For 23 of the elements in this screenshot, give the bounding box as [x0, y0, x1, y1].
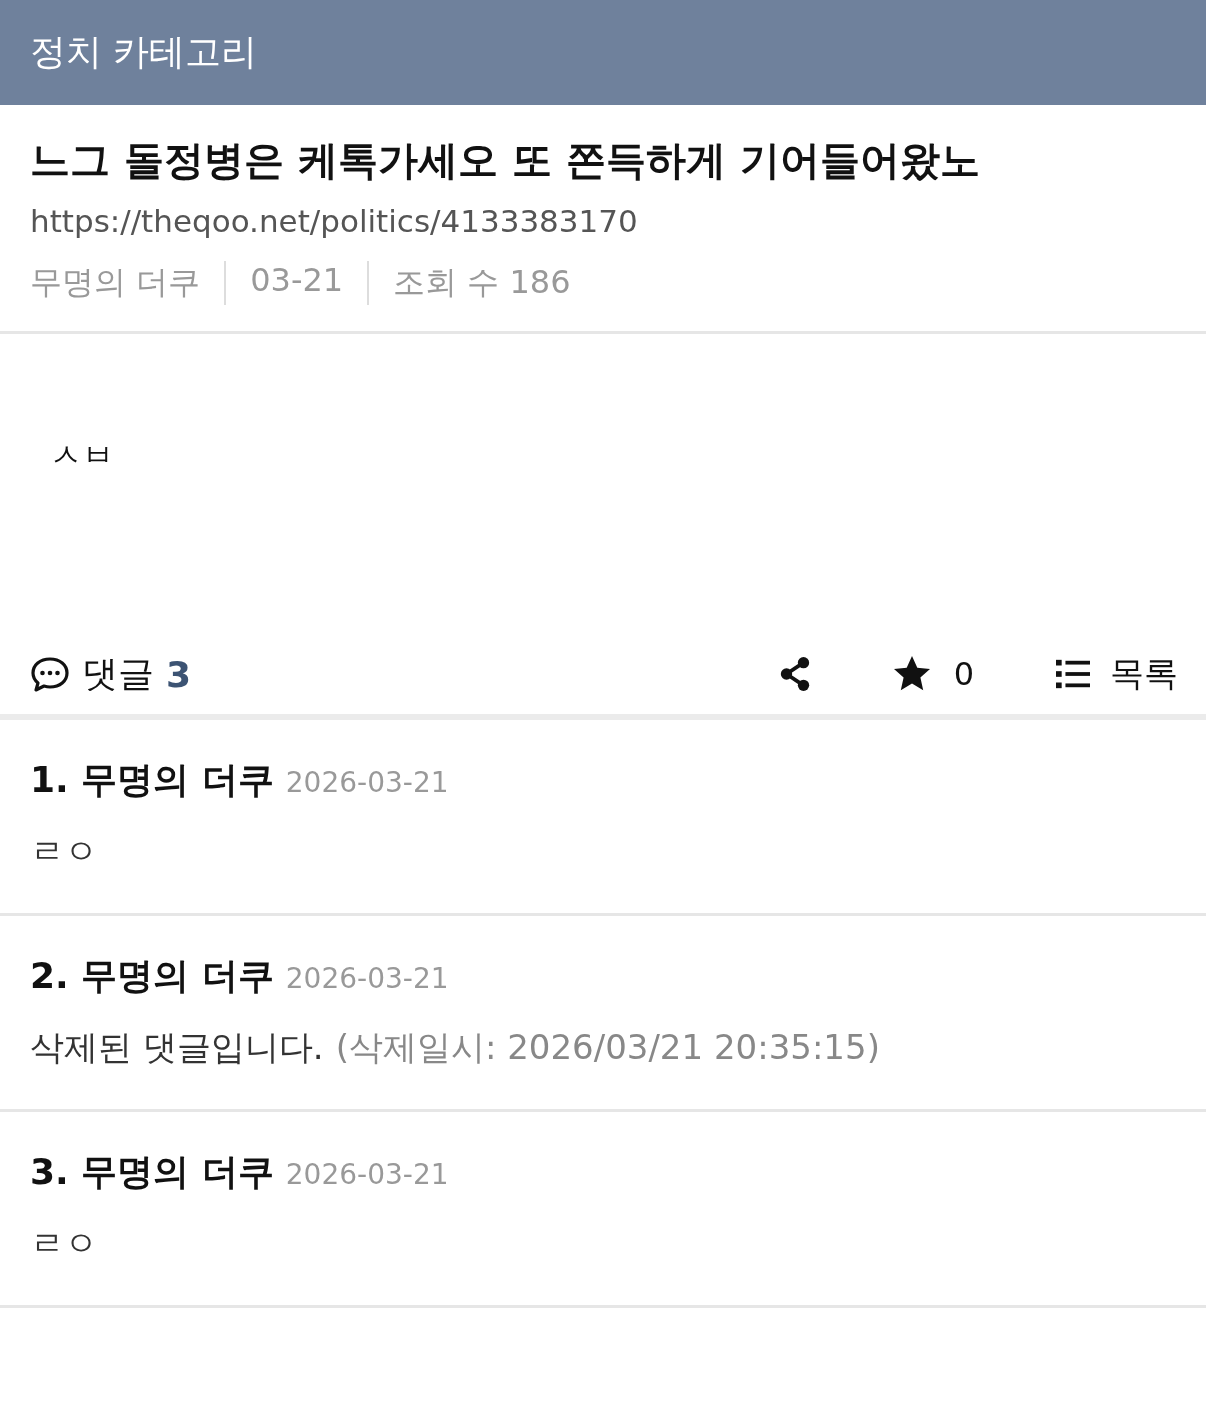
- comment-text: ㄹㅇ: [30, 830, 98, 873]
- comment-author: 2. 무명의 더쿠: [30, 954, 274, 998]
- post-meta: 무명의 더쿠: [30, 262, 201, 303]
- post-title: 느그 돌정병은 케톡가세오 또 쫀득하게 기어들어왔노: [30, 136, 981, 185]
- comment-date: 2026-03-21: [285, 766, 449, 799]
- speech-bubble-icon: [30, 654, 70, 694]
- comment-date: 2026-03-21: [285, 962, 449, 995]
- comments-count: 3: [166, 653, 192, 695]
- comments-label: 댓글: [82, 651, 154, 696]
- post-meta: 조회 수 186: [367, 261, 571, 305]
- post-body: ㅅㅂ: [50, 436, 114, 474]
- star-count: 0: [953, 655, 974, 693]
- post-url[interactable]: https://theqoo.net/politics/4133383170: [30, 203, 1176, 239]
- comment-author: 3. 무명의 더쿠: [30, 1150, 274, 1194]
- comment-author: 1. 무명의 더쿠: [30, 758, 274, 802]
- list-button[interactable]: 목록: [1054, 651, 1178, 697]
- post-meta: 03-21: [224, 261, 344, 305]
- comment-date: 2026-03-21: [285, 1158, 449, 1191]
- comment-text: 삭제된 댓글입니다.: [30, 1026, 324, 1069]
- category-title[interactable]: 정치 카테고리: [30, 28, 258, 77]
- list-icon: [1054, 657, 1092, 691]
- deletion-note: (삭제일시: 2026/03/21 20:35:15): [335, 1026, 880, 1069]
- comment-text: ㄹㅇ: [30, 1222, 98, 1265]
